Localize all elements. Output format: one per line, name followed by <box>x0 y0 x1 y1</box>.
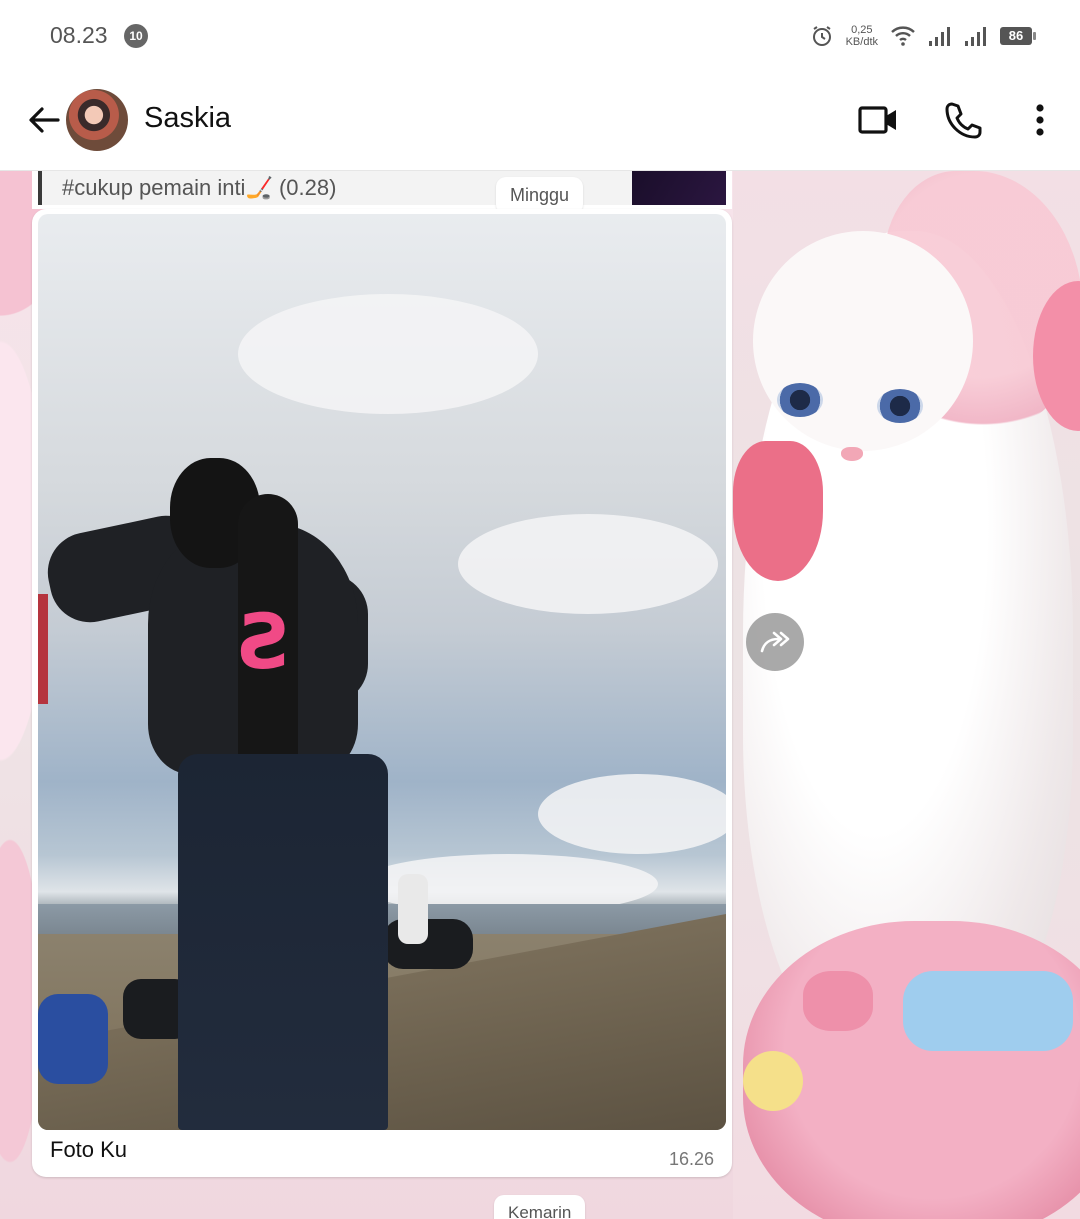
image-message-bubble[interactable]: S Foto Ku 16.26 <box>32 209 732 1177</box>
signal-icon-sim1 <box>929 27 950 46</box>
photo-cloud <box>238 294 538 414</box>
network-speed-value: 0,25 <box>851 24 873 36</box>
previous-message-thumbnail[interactable] <box>632 171 726 205</box>
forward-icon <box>760 631 790 653</box>
notification-badge: 10 <box>124 24 148 48</box>
status-icons: 0,25 KB/dtk 86 <box>810 22 1036 50</box>
photo-person <box>38 994 108 1084</box>
photo-shirt-logo: S <box>235 597 290 686</box>
photo-fisherman <box>398 874 428 944</box>
forward-button[interactable] <box>746 613 804 671</box>
more-options-icon[interactable] <box>1018 98 1062 142</box>
photo-cloud <box>538 774 726 854</box>
date-separator-next: Kemarin <box>494 1195 586 1219</box>
wallpaper-bow-blue <box>903 971 1073 1051</box>
photo-motorcycle <box>383 919 473 969</box>
contact-name[interactable]: Saskia <box>144 102 231 135</box>
chat-area[interactable]: #cukup pemain inti🏒 (0.28) Minggu S Foto… <box>0 171 1080 1219</box>
wallpaper-bow-pink <box>803 971 873 1031</box>
photo-pole <box>38 594 48 704</box>
battery-indicator: 86 <box>1000 27 1036 45</box>
signal-icon-sim2 <box>965 27 986 46</box>
previous-message-text: #cukup pemain inti🏒 (0.28) <box>62 175 337 200</box>
image-caption: Foto Ku <box>50 1137 128 1162</box>
network-speed-unit: KB/dtk <box>845 36 878 48</box>
status-bar: 08.23 10 0,25 KB/dtk 86 <box>0 0 1080 70</box>
contact-avatar[interactable] <box>66 89 128 151</box>
network-speed: 0,25 KB/dtk <box>846 24 878 48</box>
wallpaper-cat-eye <box>777 383 823 417</box>
wallpaper-cat-head <box>753 231 973 461</box>
voice-call-icon[interactable] <box>942 98 986 142</box>
wallpaper-bow-yellow <box>743 1051 803 1111</box>
status-time: 08.23 <box>50 22 108 48</box>
chat-wallpaper <box>733 171 1080 1219</box>
chat-header: Saskia <box>0 70 1080 171</box>
wallpaper-cat-eye <box>877 389 923 423</box>
photo-cloud <box>458 514 718 614</box>
alarm-icon <box>812 26 831 46</box>
wallpaper-strawberry <box>733 441 823 581</box>
video-call-icon[interactable] <box>856 98 900 142</box>
message-photo[interactable]: S <box>38 214 726 1130</box>
message-timestamp: 16.26 <box>668 1149 714 1169</box>
wallpaper-cat-nose <box>841 447 863 461</box>
back-arrow-icon[interactable] <box>24 100 64 140</box>
wifi-icon <box>891 26 915 46</box>
photo-girl-jeans <box>178 754 388 1130</box>
